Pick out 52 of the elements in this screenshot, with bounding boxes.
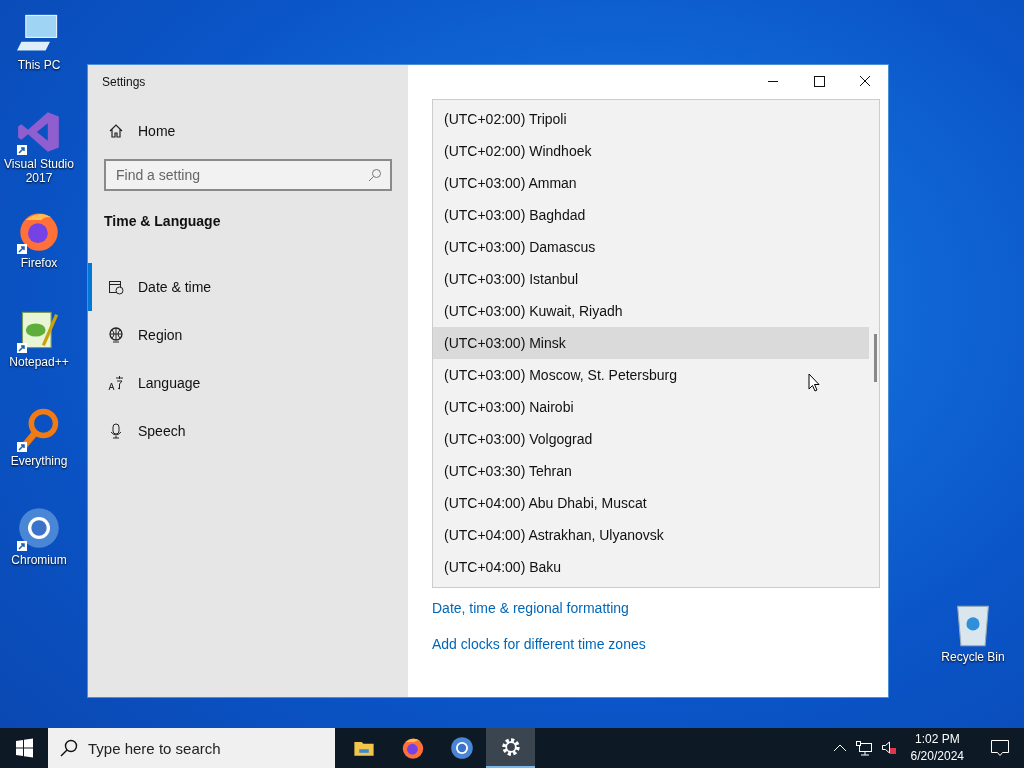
search-field[interactable]: Find a setting xyxy=(104,159,392,191)
timezone-option[interactable]: (UTC+03:00) Istanbul xyxy=(433,263,869,295)
clock-time: 1:02 PM xyxy=(914,731,960,748)
timezone-option[interactable]: (UTC+03:00) Kuwait, Riyadh xyxy=(433,295,869,327)
desktop-icon-label[interactable]: Everything xyxy=(10,454,68,468)
chromium-icon xyxy=(449,736,474,760)
link[interactable]: Add clocks for different time zones xyxy=(432,636,646,652)
nav-item[interactable]: Language xyxy=(88,359,408,407)
desktop-icon-label[interactable]: Recycle Bin xyxy=(941,650,1005,664)
notification-icon[interactable] xyxy=(990,739,1010,757)
window-title: Settings xyxy=(101,74,147,91)
timezone-option[interactable]: (UTC+03:00) Minsk xyxy=(433,327,869,359)
timezone-option[interactable]: (UTC+04:00) Astrakhan, Ulyanovsk xyxy=(433,519,869,551)
desktop-icon-label[interactable]: Firefox xyxy=(20,256,58,270)
timezone-option[interactable]: (UTC+03:00) Baghdad xyxy=(433,199,869,231)
clock-date: 6/20/2024 xyxy=(910,748,964,765)
scrollbar-thumb[interactable] xyxy=(874,334,877,382)
timezone-option[interactable]: (UTC+03:00) Moscow, St. Petersburg xyxy=(433,359,869,391)
taskbar-search-field[interactable]: Type here to search xyxy=(48,728,335,768)
language-icon xyxy=(108,375,124,391)
mouse-cursor-icon xyxy=(808,373,820,392)
timezone-option[interactable]: (UTC+03:00) Nairobi xyxy=(433,391,869,423)
timezone-option[interactable]: (UTC+03:00) Damascus xyxy=(433,231,869,263)
microphone-icon xyxy=(108,423,124,439)
nav-item[interactable]: Region xyxy=(88,311,408,359)
globe-icon xyxy=(108,327,124,343)
nav-item[interactable]: Speech xyxy=(88,407,408,455)
timezone-option[interactable]: (UTC+02:00) Windhoek xyxy=(433,135,869,167)
section-title: Time & Language xyxy=(103,212,222,231)
timezone-option[interactable]: (UTC+03:00) Volgograd xyxy=(433,423,869,455)
timezone-option[interactable]: (UTC+04:00) Abu Dhabi, Muscat xyxy=(433,487,869,519)
clock[interactable]: 1:02 PM 6/20/2024 xyxy=(910,731,964,765)
taskbar-app-button[interactable] xyxy=(486,728,535,768)
desktop-icon-label[interactable]: Notepad++ xyxy=(9,355,69,369)
desktop-icon-label[interactable]: This PC xyxy=(17,58,61,72)
desktop-icon-label[interactable]: Visual Studio 2017 xyxy=(0,157,78,185)
timezone-option[interactable]: (UTC+04:00) Baku xyxy=(433,551,869,583)
timezone-option[interactable]: (UTC+02:00) Tripoli xyxy=(433,103,869,135)
chromium-icon xyxy=(17,506,61,550)
link[interactable]: Date, time & regional formatting xyxy=(432,600,629,616)
home-icon xyxy=(108,123,124,139)
desktop-icon-label[interactable]: Chromium xyxy=(11,553,67,567)
search-icon xyxy=(368,168,382,182)
chevron-up-icon[interactable] xyxy=(832,743,847,753)
muted-speaker-icon[interactable] xyxy=(880,740,897,756)
timezone-option[interactable]: (UTC+03:30) Tehran xyxy=(433,455,869,487)
infinity-logo-icon xyxy=(17,110,61,154)
firefox-icon xyxy=(400,736,425,760)
timezone-option[interactable]: (UTC+03:00) Amman xyxy=(433,167,869,199)
calendar-clock-icon xyxy=(108,279,124,295)
network-icon[interactable] xyxy=(854,740,873,756)
home-nav-item[interactable]: Home xyxy=(88,111,408,151)
